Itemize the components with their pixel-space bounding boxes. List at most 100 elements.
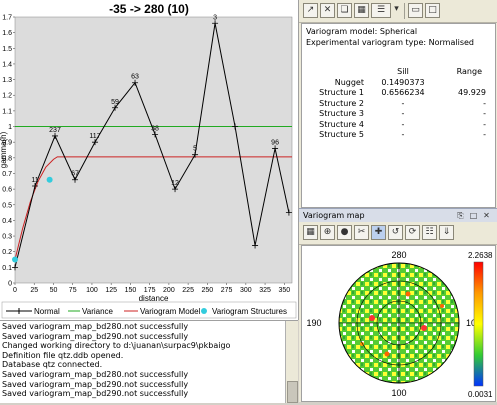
- range-value: -: [483, 109, 486, 119]
- x-tick-label: 200: [163, 287, 175, 294]
- range-value: [434, 77, 490, 88]
- table-row: Nugget 0.1490373: [304, 77, 490, 88]
- pair-count-label: 11: [31, 177, 38, 184]
- hotspot: [421, 325, 427, 331]
- message-log[interactable]: Saved variogram_map_bd280.not successful…: [0, 320, 298, 403]
- sill-value: -: [401, 109, 405, 119]
- legend-label: Normal: [34, 307, 60, 316]
- variogram-map-titlebar[interactable]: Variogram map ⎘ □ ✕: [299, 208, 497, 223]
- grid-icon[interactable]: ☰: [371, 3, 391, 18]
- restore-icon[interactable]: ▭: [408, 3, 423, 18]
- variogram-map-toolbar: ▦ ⊕ ● ✂ ✚ ↺ ⟳ ☷ ⇓: [299, 222, 497, 245]
- row-label: Structure 1: [319, 88, 364, 98]
- export-map-icon[interactable]: ⇓: [439, 225, 454, 240]
- x-tick-label: 250: [202, 287, 214, 294]
- x-tick-label: 275: [221, 287, 233, 294]
- pair-count-label: 96: [271, 139, 279, 146]
- legend-label: Variance: [82, 307, 114, 316]
- model-line: Variogram model: Spherical: [306, 27, 418, 36]
- y-tick-label: 1.2: [2, 93, 12, 100]
- log-line: Definition file qtz.ddb opened.: [2, 350, 124, 360]
- y-tick-label: 0.6: [2, 187, 12, 194]
- table-row: Structure 2 - -: [304, 98, 490, 109]
- y-tick-label: 1.7: [2, 15, 12, 22]
- color-scale-bar: [473, 261, 484, 387]
- variogram-structure-point: [46, 176, 53, 183]
- close-window-icon[interactable]: ✕: [482, 211, 491, 220]
- select-icon[interactable]: ✚: [371, 225, 386, 240]
- variogram-toolbar: ↗ ✕ ❏ ▦ ☰ ▾ ▭ □: [299, 0, 497, 23]
- pair-count-label: 117: [89, 133, 100, 140]
- variogram-map-title: Variogram map: [303, 211, 365, 220]
- pair-count-label: 5: [193, 146, 197, 153]
- variogram-chart-panel: -35 -> 280 (10) 0 0.1 0.2 0.3 0.4 0.5 0.6 0.7 0.8…: [0, 0, 299, 320]
- x-tick-label: 75: [69, 287, 77, 294]
- log-scroll-thumb[interactable]: [287, 381, 298, 403]
- hotspot: [384, 351, 390, 357]
- x-tick-label: 175: [144, 287, 156, 294]
- range-value: -: [483, 119, 486, 129]
- copy-icon[interactable]: ❏: [337, 3, 352, 18]
- log-line: Database qtz connected.: [2, 360, 103, 370]
- sill-value: 0.6566234: [381, 88, 425, 98]
- cut-icon[interactable]: ✂: [354, 225, 369, 240]
- x-tick-label: 225: [182, 287, 194, 294]
- x-tick-label: 350: [278, 287, 290, 294]
- x-tick-label: 0: [13, 287, 17, 294]
- structure-table: Sill Range Nugget 0.1490373 Structure 1 0.…: [304, 66, 490, 140]
- pair-count-label: 3: [213, 14, 217, 21]
- plot-area: [14, 16, 293, 284]
- dropdown-icon[interactable]: ▾: [392, 3, 401, 18]
- south-label: 100: [391, 388, 406, 398]
- row-label: Structure 2: [319, 98, 364, 108]
- x-axis-label: distance: [139, 294, 169, 303]
- log-line: Saved variogram_map_bd290.not successful…: [2, 379, 189, 389]
- x-tick-label: 50: [50, 287, 58, 294]
- table-row: Structure 3 - -: [304, 109, 490, 120]
- export-icon[interactable]: ↗: [303, 3, 318, 18]
- sill-header: Sill: [397, 67, 409, 76]
- y-tick-label: 1.3: [2, 77, 12, 84]
- range-value: -: [483, 98, 486, 108]
- y-tick-label: 0.5: [2, 202, 12, 209]
- pair-count-label: 12: [171, 180, 179, 187]
- fit-icon[interactable]: ↺: [388, 225, 403, 240]
- row-label: Structure 5: [319, 130, 364, 140]
- y-tick-label: 1.4: [2, 61, 12, 68]
- maximize-icon[interactable]: □: [425, 3, 440, 18]
- x-tick-label: 25: [30, 287, 38, 294]
- scale-max-label: 2.2638: [468, 251, 493, 260]
- x-tick-label: 300: [240, 287, 252, 294]
- range-value: -: [483, 130, 486, 140]
- x-tick-label: 125: [105, 287, 117, 294]
- pin-icon[interactable]: ⎘: [456, 211, 465, 220]
- log-scrollbar[interactable]: [285, 321, 298, 403]
- close-icon[interactable]: ✕: [320, 3, 335, 18]
- map-grid-icon[interactable]: ▦: [303, 225, 318, 240]
- zoom-icon[interactable]: ⊕: [320, 225, 335, 240]
- x-tick-label: 325: [259, 287, 271, 294]
- y-tick-label: 0.3: [2, 234, 12, 241]
- log-line: Saved variogram_map_bd280.not successful…: [2, 322, 189, 331]
- x-tick-label: 150: [125, 287, 137, 294]
- scale-min-label: 0.0031: [468, 390, 493, 399]
- variogram-chart: -35 -> 280 (10)00.10.20.30.40.50.60.70.8…: [0, 2, 297, 319]
- y-tick-label: 0.7: [2, 171, 12, 178]
- variogram-structure-point: [12, 256, 18, 263]
- y-tick-label: 0.4: [2, 218, 12, 225]
- layers-icon[interactable]: ☷: [422, 225, 437, 240]
- log-line: Saved variogram_map_bd290.not successful…: [2, 389, 189, 399]
- pair-count-label: 59: [111, 99, 119, 106]
- table-row: Structure 5 - -: [304, 130, 490, 141]
- rotate-icon[interactable]: ⟳: [405, 225, 420, 240]
- variogram-map-plot: 280 100 190 10 2.2638 0.0031: [306, 250, 493, 399]
- y-tick-label: 1.6: [2, 30, 12, 37]
- variogram-map-canvas[interactable]: 280 100 190 10 2.2638 0.0031: [301, 245, 496, 402]
- paste-icon[interactable]: ▦: [354, 3, 369, 18]
- row-label: Structure 3: [319, 109, 364, 119]
- toolbar-separator: [404, 3, 405, 19]
- pair-count-label: 63: [131, 74, 139, 81]
- log-line: Saved variogram_map_bd290.not successful…: [2, 331, 189, 341]
- restore-window-icon[interactable]: □: [469, 211, 478, 220]
- palette-icon[interactable]: ●: [337, 225, 352, 240]
